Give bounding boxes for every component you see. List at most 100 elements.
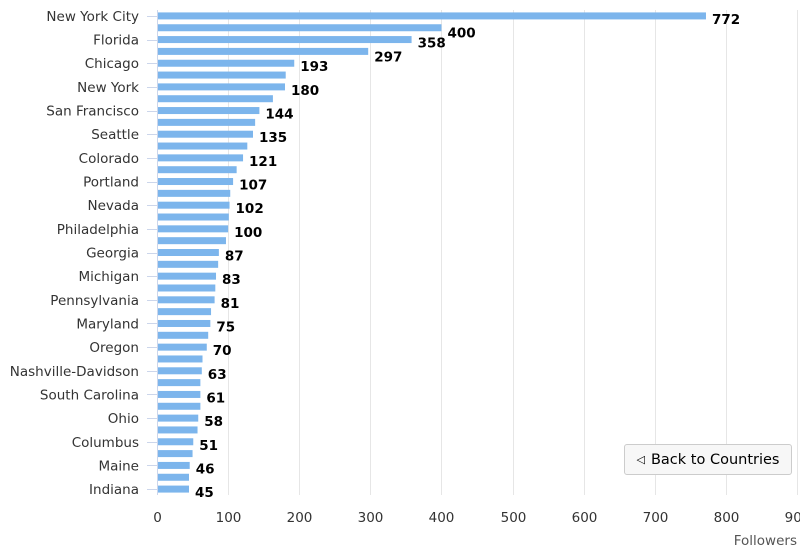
gridlines xyxy=(157,10,798,495)
data-label: 61 xyxy=(206,390,225,406)
bar[interactable] xyxy=(158,47,369,55)
bar[interactable] xyxy=(158,225,229,233)
category-label: Florida xyxy=(93,33,139,49)
category-label: Colorado xyxy=(79,151,139,167)
data-label: 87 xyxy=(225,249,244,265)
category-label: Michigan xyxy=(78,269,139,285)
data-label: 46 xyxy=(196,461,215,477)
bar[interactable] xyxy=(158,343,207,351)
category-label: San Francisco xyxy=(46,104,139,120)
data-label: 400 xyxy=(447,26,475,42)
category-label: Seattle xyxy=(91,127,139,143)
value-tick-label: 700 xyxy=(643,510,669,526)
data-label: 63 xyxy=(208,367,227,383)
value-tick-label: 600 xyxy=(572,510,598,526)
bar[interactable] xyxy=(158,36,412,44)
bar[interactable] xyxy=(158,355,203,363)
category-label: New York City xyxy=(46,9,139,25)
value-tick-label: 200 xyxy=(287,510,313,526)
category-label: Philadelphia xyxy=(57,222,139,238)
bar[interactable] xyxy=(158,95,273,103)
bar[interactable] xyxy=(158,260,219,268)
category-label: Georgia xyxy=(86,246,139,262)
value-tick-label: 400 xyxy=(429,510,455,526)
bar[interactable] xyxy=(158,166,237,174)
bar[interactable] xyxy=(158,426,198,434)
value-axis-ticks: 0 100 200 300 400 500 600 700 800 900 xyxy=(153,510,800,526)
bar[interactable] xyxy=(158,189,231,197)
data-label: 58 xyxy=(204,414,223,430)
value-tick-label: 500 xyxy=(501,510,527,526)
bar[interactable] xyxy=(158,142,248,150)
category-label: New York xyxy=(77,80,139,96)
value-tick-label: 100 xyxy=(216,510,242,526)
category-label: South Carolina xyxy=(40,387,139,403)
bar[interactable] xyxy=(158,367,202,375)
back-to-countries-button[interactable]: ◁ Back to Countries xyxy=(624,444,792,475)
data-label: 107 xyxy=(239,178,267,194)
category-label: Pennsylvania xyxy=(50,293,139,309)
bar[interactable] xyxy=(158,213,229,221)
data-label: 193 xyxy=(300,59,328,75)
data-label: 51 xyxy=(199,438,218,454)
category-label: Nashville-Davidson xyxy=(10,364,139,380)
category-label: Indiana xyxy=(89,482,139,498)
bar[interactable] xyxy=(158,319,211,327)
bar[interactable] xyxy=(158,308,212,316)
data-label: 144 xyxy=(265,107,293,123)
bar[interactable] xyxy=(158,402,201,410)
value-tick-label: 300 xyxy=(358,510,384,526)
data-label: 358 xyxy=(418,36,446,52)
bar[interactable] xyxy=(158,237,226,245)
value-axis-title: Followers xyxy=(734,533,797,549)
data-label: 100 xyxy=(234,225,262,241)
value-tick-label: 900 xyxy=(785,510,800,526)
bar[interactable] xyxy=(158,331,209,339)
bar[interactable] xyxy=(158,24,442,32)
category-label: Ohio xyxy=(108,411,139,427)
bar[interactable] xyxy=(158,450,193,458)
bar[interactable] xyxy=(158,59,295,67)
data-label: 81 xyxy=(221,296,240,312)
category-label: Maine xyxy=(98,458,139,474)
data-label: 75 xyxy=(216,319,235,335)
bar[interactable] xyxy=(158,83,285,91)
back-button-label: Back to Countries xyxy=(650,451,780,468)
bar[interactable] xyxy=(158,178,234,186)
bar[interactable] xyxy=(158,414,199,422)
bar[interactable] xyxy=(158,461,190,469)
data-label: 83 xyxy=(222,272,241,288)
category-label: Oregon xyxy=(89,340,139,356)
bar[interactable] xyxy=(158,130,253,138)
data-label: 121 xyxy=(249,154,277,170)
bar[interactable] xyxy=(158,249,219,256)
bar[interactable] xyxy=(158,473,189,481)
bar[interactable] xyxy=(158,390,201,398)
data-label: 135 xyxy=(259,130,287,146)
bar[interactable] xyxy=(158,71,286,79)
data-label: 102 xyxy=(236,201,264,217)
category-label: Maryland xyxy=(76,316,139,332)
bar[interactable] xyxy=(158,272,217,280)
triangle-left-icon: ◁ xyxy=(636,453,645,466)
data-label: 180 xyxy=(291,83,319,99)
category-label: Columbus xyxy=(72,435,139,451)
bar[interactable] xyxy=(158,154,244,162)
bar[interactable] xyxy=(158,485,189,493)
data-label: 45 xyxy=(195,485,214,501)
data-label: 70 xyxy=(213,343,232,359)
bar[interactable] xyxy=(158,118,256,126)
bar[interactable] xyxy=(158,107,260,115)
bar[interactable] xyxy=(158,284,216,292)
category-label: Portland xyxy=(83,175,139,191)
data-label: 772 xyxy=(712,12,740,28)
bar[interactable] xyxy=(158,438,194,446)
bar[interactable] xyxy=(158,296,215,304)
category-labels: New York City Florida Chicago New York San F… xyxy=(10,9,157,498)
bar[interactable] xyxy=(158,379,201,387)
category-label: Chicago xyxy=(85,56,139,72)
category-label: Nevada xyxy=(87,198,139,214)
value-tick-label: 0 xyxy=(153,510,162,526)
bar[interactable] xyxy=(158,12,706,20)
bar[interactable] xyxy=(158,201,230,209)
